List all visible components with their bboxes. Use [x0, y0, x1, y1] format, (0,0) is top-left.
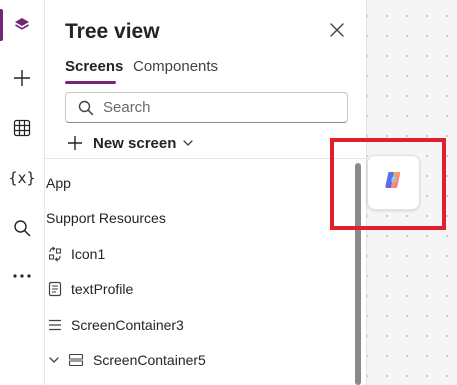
tree-view-rail-button[interactable] [0, 3, 44, 47]
left-rail: {x} [0, 0, 45, 385]
copilot-icon [383, 169, 405, 196]
container-icon [46, 316, 64, 334]
container-icon [67, 351, 85, 369]
panel-divider [45, 158, 366, 159]
variables-rail-button[interactable]: {x} [0, 156, 44, 200]
tree-item-label: textProfile [71, 281, 134, 297]
tree-item-label: App [46, 175, 71, 191]
more-icon [12, 273, 32, 279]
tree-item-label: ScreenContainer3 [71, 317, 184, 333]
new-screen-label: New screen [93, 134, 177, 152]
data-rail-button[interactable] [0, 106, 44, 150]
close-icon [330, 22, 344, 42]
tree-item-label: Icon1 [71, 246, 106, 262]
plus-icon [67, 135, 83, 151]
tree-item-label: Support Resources [46, 210, 166, 226]
new-screen-button[interactable]: New screen [67, 132, 194, 154]
chevron-down-icon [183, 140, 194, 146]
tab-screens[interactable]: Screens [65, 58, 123, 75]
tree-item-screencontainer5[interactable]: ScreenContainer5 [48, 348, 206, 372]
layers-icon [13, 16, 31, 34]
more-rail-button[interactable] [0, 254, 44, 298]
panel-title: Tree view [65, 20, 160, 43]
search-icon [13, 219, 31, 237]
tree-item-screencontainer3[interactable]: ScreenContainer3 [46, 313, 184, 337]
tree-scrollbar[interactable] [355, 163, 361, 385]
tree-item-icon1[interactable]: Icon1 [46, 242, 105, 266]
tree-item-label: ScreenContainer5 [93, 352, 206, 368]
plus-icon [13, 69, 31, 87]
tab-components[interactable]: Components [133, 58, 218, 75]
search-placeholder: Search [103, 99, 151, 116]
variables-icon: {x} [8, 169, 36, 187]
selected-tab-indicator [65, 81, 116, 84]
tree-item-textprofile[interactable]: textProfile [46, 277, 133, 301]
text-label-icon [46, 280, 64, 298]
insert-rail-button[interactable] [0, 56, 44, 100]
search-rail-button[interactable] [0, 206, 44, 250]
copilot-button[interactable] [367, 155, 420, 210]
close-button[interactable] [327, 22, 347, 42]
tree-item-app[interactable]: App [45, 171, 71, 195]
tree-item-support-resources[interactable]: Support Resources [45, 206, 166, 230]
table-icon [13, 119, 31, 137]
icon-control-icon [46, 245, 64, 263]
tree-view-panel: Tree view Screens Components Search New … [45, 0, 367, 385]
search-input[interactable]: Search [65, 92, 348, 123]
chevron-down-icon[interactable] [48, 357, 60, 363]
search-icon [78, 99, 96, 117]
